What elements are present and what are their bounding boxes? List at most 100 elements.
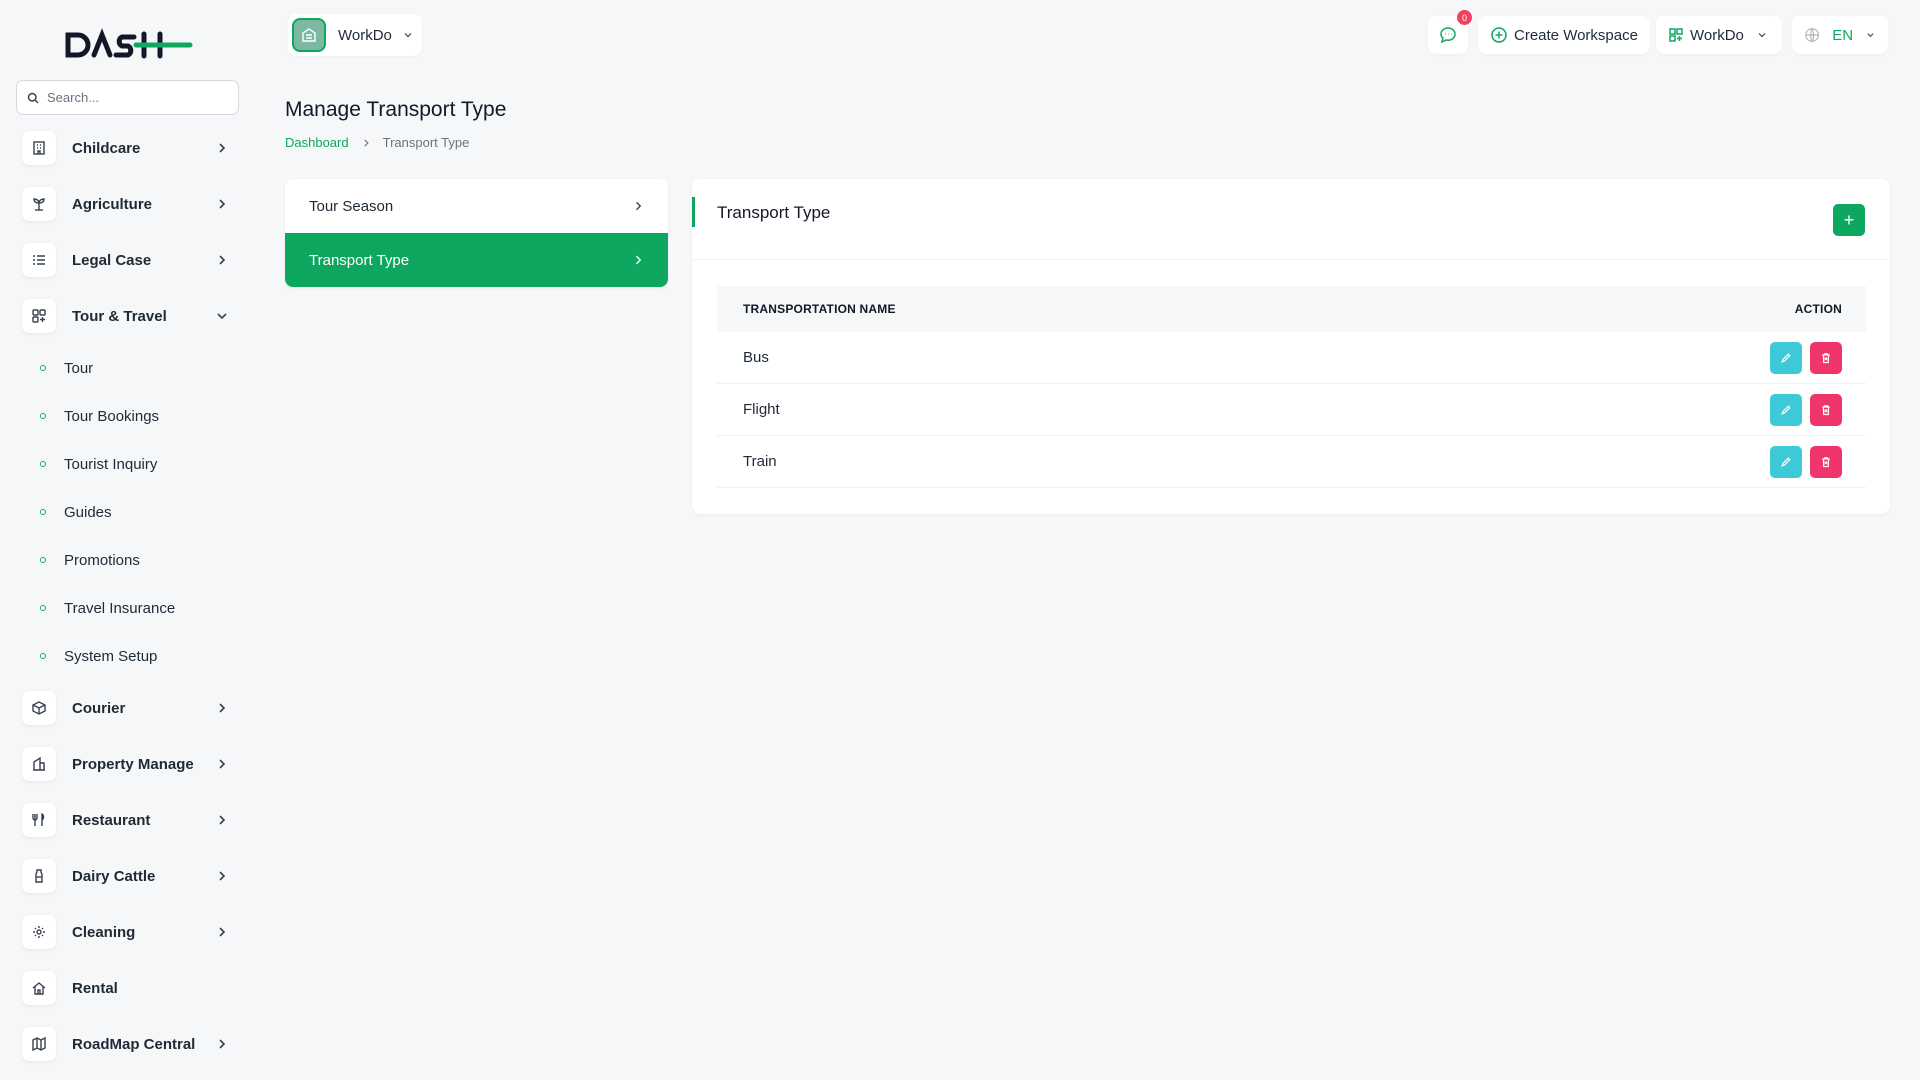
sidebar: Childcare Agriculture Legal Case Tour & …	[0, 0, 256, 1080]
chevron-right-icon	[219, 1039, 226, 1049]
edit-button[interactable]	[1770, 341, 1802, 374]
search-input[interactable]	[47, 90, 217, 105]
chevron-right-icon	[636, 255, 642, 265]
chevron-down-icon	[217, 313, 227, 320]
sidebar-item-agriculture[interactable]: Agriculture	[22, 184, 234, 224]
sidebar-item-dairy-cattle[interactable]: Dairy Cattle	[22, 856, 234, 896]
apps-icon	[22, 299, 56, 333]
page-title: Manage Transport Type	[285, 98, 507, 121]
brand-logo[interactable]	[64, 28, 194, 62]
trash-icon	[1822, 352, 1830, 363]
menu-item-transport-type[interactable]: Transport Type	[285, 233, 668, 287]
chevron-down-icon	[1758, 33, 1766, 38]
sidebar-subitem-label: Tour Bookings	[64, 407, 160, 425]
menu-item-label: Transport Type	[309, 251, 410, 269]
sidebar-item-legal-case[interactable]: Legal Case	[22, 240, 234, 280]
delete-button[interactable]	[1810, 445, 1842, 478]
language-label: EN	[1832, 26, 1854, 44]
sidebar-item-label: Rental	[72, 979, 118, 997]
chevron-right-icon	[219, 871, 226, 881]
sparkle-icon	[22, 915, 56, 949]
chevron-right-icon	[361, 138, 371, 148]
sidebar-item-label: Dairy Cattle	[72, 867, 156, 885]
plant-icon	[22, 187, 56, 221]
row-actions	[1770, 445, 1866, 478]
building-icon	[22, 131, 56, 165]
breadcrumb-home-link[interactable]: Dashboard	[285, 135, 349, 150]
sidebar-subitem-promotions[interactable]: Promotions	[40, 545, 140, 575]
row-actions	[1770, 393, 1866, 426]
sidebar-item-courier[interactable]: Courier	[22, 688, 234, 728]
transport-type-card: Transport Type + TRANSPORTATION NAME ACT…	[692, 179, 1890, 514]
notification-badge: 0	[1457, 10, 1472, 25]
table-row: Flight	[717, 384, 1866, 436]
language-selector[interactable]: EN	[1792, 16, 1888, 54]
card-title: Transport Type	[717, 203, 831, 222]
sidebar-item-roadmap-central[interactable]: RoadMap Central	[22, 1024, 234, 1064]
globe-icon	[1805, 27, 1820, 43]
workspace-selector[interactable]: WorkDo	[288, 14, 422, 56]
sidebar-item-label: Childcare	[72, 139, 141, 157]
column-header-name: TRANSPORTATION NAME	[743, 302, 896, 316]
sidebar-item-label: Courier	[72, 699, 126, 717]
card-header: Transport Type +	[692, 179, 1890, 260]
add-transport-type-button[interactable]: +	[1833, 204, 1865, 236]
chevron-right-icon	[219, 143, 226, 153]
chevron-right-icon	[219, 759, 226, 769]
sidebar-item-label: Property Manage	[72, 755, 194, 773]
package-icon	[22, 691, 56, 725]
search-box[interactable]	[16, 80, 239, 115]
chevron-right-icon	[219, 815, 226, 825]
bullet-icon	[40, 653, 46, 659]
workspace-name: WorkDo	[338, 26, 392, 44]
sidebar-item-label: RoadMap Central	[72, 1035, 196, 1053]
sidebar-subitem-tour[interactable]: Tour	[40, 353, 93, 383]
menu-item-tour-season[interactable]: Tour Season	[285, 179, 668, 233]
workspace-switcher[interactable]: WorkDo	[1656, 16, 1782, 54]
sidebar-item-label: Cleaning	[72, 923, 136, 941]
create-workspace-button[interactable]: Create Workspace	[1478, 16, 1650, 54]
sidebar-subitem-guides[interactable]: Guides	[40, 497, 112, 527]
sidebar-item-restaurant[interactable]: Restaurant	[22, 800, 234, 840]
sidebar-subitem-label: Travel Insurance	[64, 599, 176, 617]
plus-circle-icon	[1491, 27, 1507, 43]
transport-name: Train	[743, 453, 777, 470]
sidebar-subitem-tourist-inquiry[interactable]: Tourist Inquiry	[40, 449, 157, 479]
edit-button[interactable]	[1770, 393, 1802, 426]
delete-button[interactable]	[1810, 393, 1842, 426]
sidebar-item-property-manage[interactable]: Property Manage	[22, 744, 234, 784]
sidebar-item-cleaning[interactable]: Cleaning	[22, 912, 234, 952]
column-header-action: ACTION	[1794, 302, 1842, 316]
transport-type-table: TRANSPORTATION NAME ACTION Bus Flight Tr…	[717, 286, 1866, 488]
sidebar-item-tour-travel[interactable]: Tour & Travel	[22, 296, 234, 336]
list-icon	[22, 243, 56, 277]
chevron-down-icon	[1867, 33, 1874, 38]
property-icon	[22, 747, 56, 781]
sidebar-subitem-system-setup[interactable]: System Setup	[40, 641, 157, 671]
map-icon	[22, 1027, 56, 1061]
table-row: Train	[717, 436, 1866, 488]
sidebar-subitem-tour-bookings[interactable]: Tour Bookings	[40, 401, 159, 431]
menu-item-label: Tour Season	[309, 197, 394, 215]
table-row: Bus	[717, 332, 1866, 384]
trash-icon	[1822, 456, 1830, 467]
row-actions	[1770, 341, 1866, 374]
card-accent-bar	[692, 197, 695, 227]
sidebar-subitem-label: Guides	[64, 503, 112, 521]
sidebar-item-childcare[interactable]: Childcare	[22, 128, 234, 168]
delete-button[interactable]	[1810, 341, 1842, 374]
sidebar-item-label: Agriculture	[72, 195, 153, 213]
sidebar-item-rental[interactable]: Rental	[22, 968, 234, 1008]
bullet-icon	[40, 365, 46, 371]
create-workspace-label: Create Workspace	[1514, 26, 1638, 44]
edit-button[interactable]	[1770, 445, 1802, 478]
workspace-logo-icon	[292, 18, 326, 52]
bullet-icon	[40, 461, 46, 467]
chevron-right-icon	[219, 255, 226, 265]
sidebar-subitem-label: Promotions	[64, 551, 140, 569]
sidebar-item-label: Legal Case	[72, 251, 152, 269]
sidebar-subitem-travel-insurance[interactable]: Travel Insurance	[40, 593, 175, 623]
messages-button[interactable]: 0	[1428, 10, 1472, 54]
breadcrumb-current: Transport Type	[382, 135, 470, 150]
utensils-icon	[22, 803, 56, 837]
